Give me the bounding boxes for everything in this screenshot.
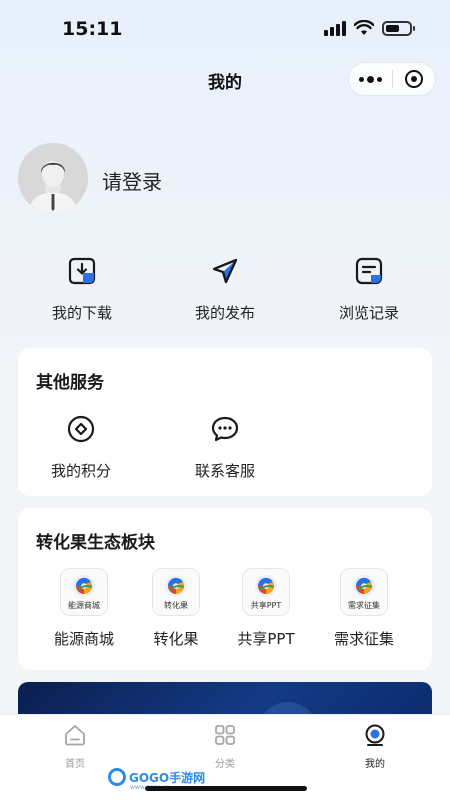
chat-icon (211, 416, 239, 442)
tile-text: 共享PPT (250, 601, 282, 610)
quick-action-label: 浏览记录 (338, 304, 399, 322)
ecosystem-label: 转化果 (153, 630, 199, 648)
tab-category[interactable]: 分类 (150, 723, 300, 770)
service-label: 我的积分 (50, 462, 111, 480)
shared-ppt-button[interactable]: 共享PPT 共享PPT (216, 568, 316, 649)
profile-icon (365, 724, 385, 746)
section-title: 转化果生态板块 (36, 533, 155, 553)
service-label: 联系客服 (194, 462, 255, 480)
status-time: 15:11 (62, 18, 123, 40)
tile-text: 转化果 (164, 601, 188, 610)
brand-logo-icon (73, 575, 95, 597)
quick-actions: 我的下载 我的发布 浏览记录 (0, 256, 450, 326)
section-title: 其他服务 (36, 373, 104, 393)
more-button[interactable] (349, 63, 392, 95)
download-icon (68, 257, 96, 285)
tile-text: 需求征集 (348, 601, 380, 610)
status-icons (324, 20, 415, 36)
status-bar: 15:11 (0, 0, 450, 60)
brand-logo-icon (165, 575, 187, 597)
quick-action-label: 我的发布 (194, 304, 255, 322)
energy-mall-logo: 能源商城 (60, 568, 108, 616)
watermark-logo-icon (108, 768, 126, 786)
ecosystem-card: 转化果生态板块 能源商城 能源商城 转化果 转化果 共享PPT 共享PPT 需求… (18, 508, 432, 670)
my-publish-button[interactable]: 我的发布 (160, 256, 290, 323)
avatar[interactable] (18, 143, 88, 213)
other-services-card: 其他服务 我的积分 联系客服 (18, 348, 432, 496)
my-downloads-button[interactable]: 我的下载 (17, 256, 147, 323)
battery-icon (382, 20, 415, 36)
signal-icon (324, 20, 346, 36)
demand-collection-button[interactable]: 需求征集 需求征集 (314, 568, 414, 649)
shared-ppt-logo: 共享PPT (242, 568, 290, 616)
contact-support-button[interactable]: 联系客服 (170, 414, 280, 481)
my-points-button[interactable]: 我的积分 (26, 414, 136, 481)
login-link[interactable]: 请登录 (102, 166, 162, 195)
default-avatar-icon (18, 143, 88, 213)
category-icon (215, 725, 235, 745)
history-icon (355, 257, 383, 285)
watermark: GOGO手游网 www.gogo.cn (108, 768, 206, 791)
browse-history-button[interactable]: 浏览记录 (304, 256, 434, 323)
tab-label: 我的 (365, 759, 385, 770)
zhuanhuaguo-logo: 转化果 (152, 568, 200, 616)
target-icon (404, 70, 423, 88)
send-icon (212, 258, 238, 284)
tile-text: 能源商城 (68, 601, 100, 610)
battery-level (386, 24, 399, 32)
ecosystem-label: 共享PPT (237, 630, 295, 648)
miniprogram-capsule (348, 62, 436, 96)
zhuanhuaguo-button[interactable]: 转化果 转化果 (126, 568, 226, 649)
quick-action-label: 我的下载 (51, 304, 112, 322)
home-indicator (145, 786, 307, 791)
demand-collection-logo: 需求征集 (340, 568, 388, 616)
brand-logo-icon (255, 575, 277, 597)
tab-mine[interactable]: 我的 (300, 723, 450, 770)
ecosystem-label: 需求征集 (333, 630, 394, 648)
wifi-icon (354, 20, 374, 35)
ecosystem-label: 能源商城 (53, 630, 114, 648)
tab-home[interactable]: 首页 (0, 723, 150, 770)
close-button[interactable] (393, 63, 435, 95)
energy-mall-button[interactable]: 能源商城 能源商城 (34, 568, 134, 649)
watermark-text: GOGO手游网 (129, 770, 206, 785)
brand-logo-icon (353, 575, 375, 597)
home-icon (65, 725, 85, 746)
points-icon (67, 415, 95, 443)
